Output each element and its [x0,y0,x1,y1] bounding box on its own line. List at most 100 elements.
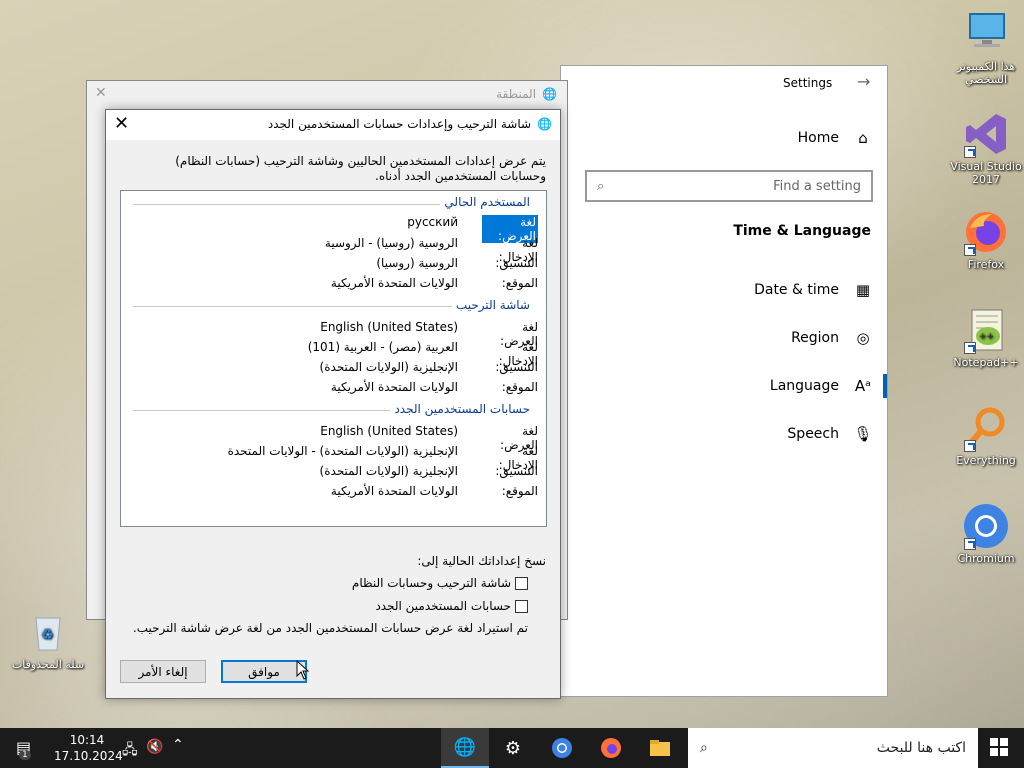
desktop-icon-label: Firefox [967,258,1005,271]
taskbar-app-region[interactable]: 🌐 [441,728,489,768]
nav-item-label: Region [791,330,839,346]
volume-muted-icon[interactable]: 🔇 [146,739,163,755]
welcome-screen-settings-dialog: 🌐 شاشة الترحيب وإعدادات حسابات المستخدمي… [105,109,561,699]
dialog-intro-text: يتم عرض إعدادات المستخدمين الحاليين وشاش… [175,154,546,183]
gear-icon: ⚙ [504,737,522,759]
row-value: русский [407,215,458,229]
settings-search-input[interactable]: ⌕ Find a setting [585,170,873,202]
welcome-screen-checkbox[interactable] [515,576,528,590]
nav-item-label: Language [769,378,839,394]
language-icon: Aᵃ [854,377,872,395]
new-users-checkbox[interactable] [515,599,528,613]
network-icon[interactable]: 🖧 [122,739,138,763]
row-value: English (United States) [320,320,458,334]
settings-title: Settings [783,76,833,90]
taskbar-app-chromium[interactable] [538,728,586,768]
visual-studio-icon [962,110,1010,158]
settings-home[interactable]: Home ⌂ [798,129,873,147]
taskbar-search-placeholder: اكتب هنا للبحث [876,740,966,756]
taskbar: ▤ 1 10:14 17.10.2024 🖧 🔇 ⌃ 🌐 ⚙ اكتب هنا … [0,728,1024,768]
desktop-icon-recycle-bin[interactable]: ♻ سلة المحذوفات [8,608,88,671]
row-label: التنسيق: [495,256,538,270]
group-divider [133,410,397,411]
globe-icon: 🌐 [537,117,552,131]
row-label: التنسيق: [495,360,538,374]
mouse-cursor-icon [296,660,310,680]
nav-item-label: Speech [787,426,839,442]
row-value: الروسية (روسيا) - الروسية [324,236,458,250]
region-title: المنطقة [496,87,537,101]
settings-search-placeholder: Find a setting [773,178,861,194]
row-value: الولايات المتحدة الأمريكية [330,380,458,394]
group-heading-current-user: المستخدم الحالي [440,195,534,209]
svg-text:++: ++ [979,332,994,342]
globe-icon: 🌐 [542,87,557,101]
nav-item-label: Date & time [754,282,839,298]
taskbar-app-settings[interactable]: ⚙ [489,728,537,768]
close-icon[interactable]: ✕ [114,113,129,134]
clock-time: 10:14 [69,733,105,747]
clock-date: 17.10.2024 [54,749,123,763]
settings-home-label: Home [797,130,839,146]
group-divider [133,204,451,205]
desktop-icon-chromium[interactable]: Chromium [946,502,1024,565]
recycle-bin-icon: ♻ [24,608,72,656]
chromium-icon [552,738,572,758]
new-users-checkbox-row[interactable]: حسابات المستخدمين الجدد [375,599,528,613]
firefox-icon [601,738,621,758]
ok-button[interactable]: موافق [221,660,307,683]
taskbar-search-box[interactable]: اكتب هنا للبحث ⌕ [688,728,978,768]
taskbar-app-firefox[interactable] [587,728,635,768]
notepadpp-icon: ++ [962,306,1010,354]
import-note: تم استيراد لغة عرض حسابات المستخدمين الج… [132,621,528,635]
taskbar-clock[interactable]: 10:14 17.10.2024 [54,732,123,764]
desktop-icon-label: Notepad++ [953,356,1019,369]
copy-settings-title: نسخ إعداداتك الحالية إلى: [417,554,546,568]
firefox-icon [962,208,1010,256]
globe-icon: 🌐 [453,736,477,758]
taskbar-app-file-explorer[interactable] [636,728,684,768]
desktop-icon-notepadpp[interactable]: ++ Notepad++ [946,306,1024,369]
start-button[interactable] [990,738,1008,759]
nav-item-region[interactable]: Region ◎ [791,329,873,347]
row-value: English (United States) [320,424,458,438]
nav-item-speech[interactable]: Speech 🎙 [787,425,873,443]
group-heading-new-users: حسابات المستخدمين الجدد [390,402,534,416]
desktop-icon-label: هذا الكمبيوتر الشخصي [956,60,1016,86]
cancel-button[interactable]: إلغاء الأمر [120,660,206,683]
desktop-icon-visual-studio[interactable]: Visual Studio 2017 [946,110,1024,186]
checkbox-label: شاشة الترحيب وحسابات النظام [351,576,511,590]
close-icon[interactable]: ✕ [95,85,107,101]
row-value: الولايات المتحدة الأمريكية [330,484,458,498]
row-value: الإنجليزية (الولايات المتحدة) [319,360,458,374]
row-label: الموقع: [501,380,538,394]
nav-item-date-time[interactable]: Date & time ▦ [754,281,873,299]
group-divider [133,306,461,307]
back-arrow-icon[interactable]: → [857,72,870,91]
row-label: الموقع: [501,276,538,290]
globe-icon: ◎ [856,329,870,347]
row-value: الإنجليزية (الولايات المتحدة) - الولايات… [227,444,458,458]
checkbox-label: حسابات المستخدمين الجدد [375,599,511,613]
row-value: الإنجليزية (الولايات المتحدة) [319,464,458,478]
settings-summary-panel: المستخدم الحالي لغة العرض: русский لغة ا… [120,190,547,527]
desktop-icon-this-pc[interactable]: هذا الكمبيوتر الشخصي [946,10,1024,86]
nav-item-language[interactable]: Language Aᵃ [770,377,873,395]
desktop-icon-label: Visual Studio 2017 [950,160,1022,186]
chromium-icon [962,502,1010,550]
row-value: الروسية (روسيا) [376,256,458,270]
dialog-titlebar: 🌐 شاشة الترحيب وإعدادات حسابات المستخدمي… [106,110,560,140]
section-title: Time & Language [733,223,871,239]
desktop-icon-firefox[interactable]: Firefox [946,208,1024,271]
row-label: التنسيق: [495,464,538,478]
chevron-up-icon[interactable]: ⌃ [172,737,184,753]
row-value: العربية (مصر) - العربية (101) [307,340,458,354]
desktop-icon-everything[interactable]: Everything [946,404,1024,467]
dialog-title: شاشة الترحيب وإعدادات حسابات المستخدمين … [267,117,532,131]
row-label: الموقع: [501,484,538,498]
everything-search-icon [962,404,1010,452]
row-value: الولايات المتحدة الأمريكية [330,276,458,290]
microphone-icon: 🎙 [853,425,873,443]
search-icon: ⌕ [700,740,708,756]
welcome-screen-checkbox-row[interactable]: شاشة الترحيب وحسابات النظام [352,576,528,590]
